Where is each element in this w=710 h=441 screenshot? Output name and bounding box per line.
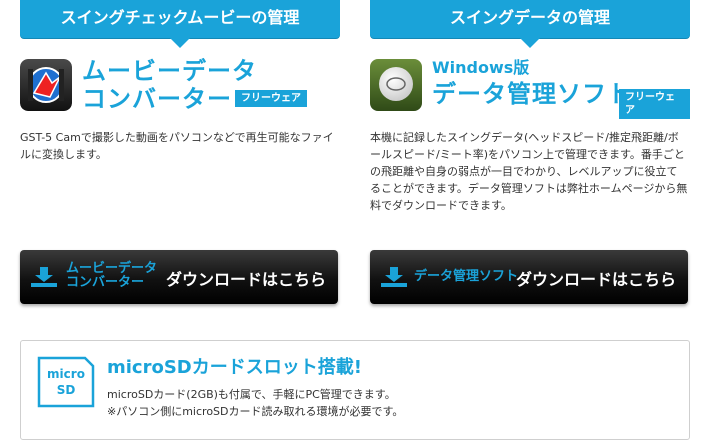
- data-manager-title: Windows版 データ管理ソフト: [432, 58, 632, 108]
- movie-converter-section: スイングチェックムービーの管理 ムービーデータ コンバーター フリーウェア GS…: [20, 0, 340, 320]
- movie-converter-download-button[interactable]: ムービーデータ コンバーター ダウンロードはこちら: [20, 250, 338, 304]
- section-heading-data-label: スイングデータの管理: [449, 8, 610, 27]
- download-button-app-line1: ムービーデータ: [66, 261, 158, 276]
- platform-label: Windows版: [432, 58, 530, 77]
- microsd-card-text-line1: micro: [47, 367, 85, 381]
- microsd-description: microSDカード(2GB)も付属で、手軽にPC管理できます。: [107, 388, 396, 401]
- data-manager-section: スイングデータの管理 Windows版 データ管理ソフト フリーウェア 本機に記…: [370, 0, 690, 320]
- download-button-app-label: データ管理ソフト: [414, 269, 519, 284]
- movie-converter-title: ムービーデータ コンバーター: [82, 57, 257, 113]
- data-manager-download-button[interactable]: データ管理ソフト ダウンロードはこちら: [370, 250, 688, 304]
- movie-converter-description: GST-5 Camで撮影した動画をパソコンなどで再生可能なファイルに変換します。: [20, 131, 334, 161]
- freeware-badge: フリーウェア: [235, 90, 307, 107]
- data-manager-title-text: データ管理ソフト: [432, 80, 632, 108]
- section-heading-movie-label: スイングチェックムービーの管理: [60, 8, 300, 27]
- microsd-card-text-line2: SD: [56, 383, 76, 397]
- movie-converter-title-line2: コンバーター: [82, 85, 232, 113]
- freeware-badge: フリーウェア: [619, 89, 690, 119]
- microsd-title: microSDカードスロット搭載!: [107, 357, 362, 378]
- microsd-note: ※パソコン側にmicroSDカード読み取れる環境が必要です。: [107, 405, 404, 418]
- heading-pointer: [520, 38, 540, 48]
- microsd-info-box: micro SD microSDカードスロット搭載! microSDカード(2G…: [20, 340, 690, 440]
- download-button-label: ダウンロードはこちら: [166, 270, 327, 289]
- golf-ball-icon: [370, 59, 422, 111]
- heading-pointer: [170, 38, 190, 48]
- section-heading-movie: スイングチェックムービーの管理: [20, 0, 340, 48]
- movie-converter-title-line1: ムービーデータ: [82, 57, 257, 85]
- section-heading-data: スイングデータの管理: [370, 0, 690, 48]
- movie-converter-icon: [20, 59, 72, 111]
- download-icon: [381, 267, 407, 287]
- download-icon: [31, 267, 57, 287]
- data-manager-description: 本機に記録したスイングデータ(ヘッドスピード/推定飛距離/ボールスピード/ミート…: [370, 131, 688, 212]
- microsd-card-icon: micro SD: [37, 356, 95, 408]
- download-button-app-line2: コンバーター: [66, 275, 145, 290]
- download-button-label: ダウンロードはこちら: [516, 270, 677, 289]
